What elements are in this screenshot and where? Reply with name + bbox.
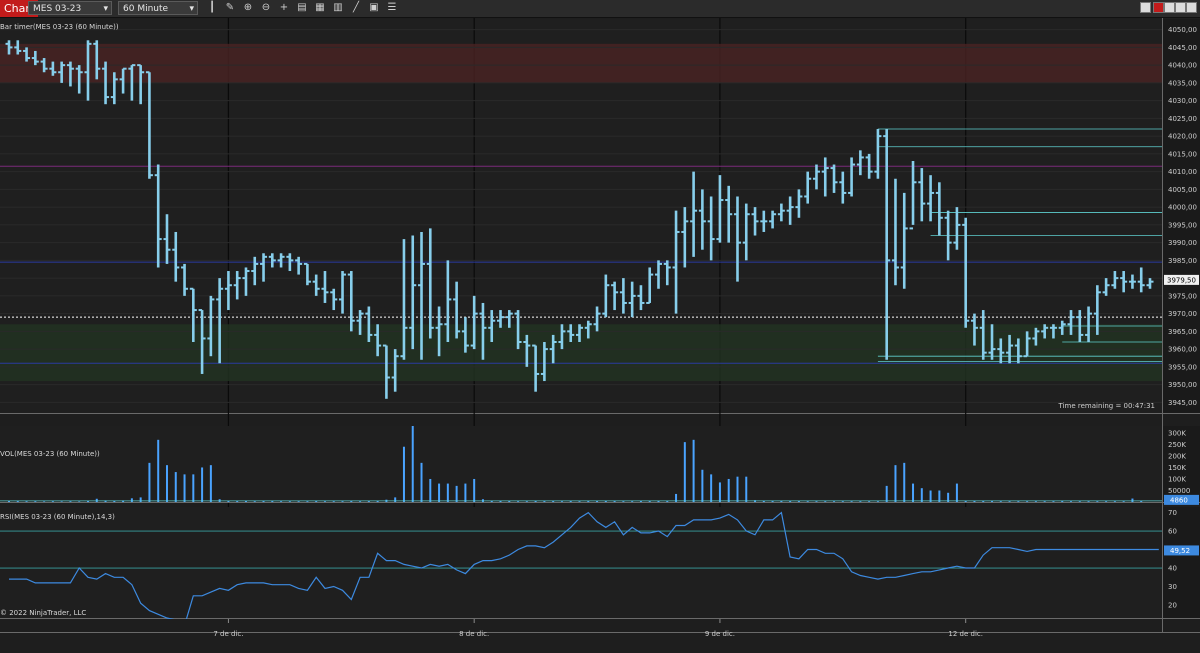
interval-value: 60 Minute — [123, 4, 169, 14]
volume-tick-label: 150K — [1168, 464, 1186, 472]
strategies-icon[interactable]: ▦ — [314, 2, 326, 14]
chevron-down-icon: ▾ — [103, 4, 108, 14]
volume-tick-label: 50000 — [1168, 487, 1190, 495]
price-tick-label: 4050,00 — [1168, 26, 1197, 34]
chart-canvas[interactable]: 4050,00 4045,00 4040,00 4035,00 4030,00 4025,… — [0, 18, 1200, 653]
rsi-last-label: 49,52 — [1170, 547, 1190, 555]
volume-plot-area — [0, 426, 1162, 502]
x-axis-label: 12 de dic. — [948, 630, 983, 638]
price-tick-label: 4020,00 — [1168, 133, 1197, 141]
price-tick-label: 4010,00 — [1168, 168, 1197, 176]
rsi-tick-label: 70 — [1168, 509, 1177, 517]
bars-icon[interactable]: ┃ — [206, 2, 218, 14]
price-axis-strip — [1163, 19, 1200, 413]
restore-icon[interactable] — [1186, 2, 1197, 13]
data-box-icon[interactable]: ▣ — [368, 2, 380, 14]
x-axis-label: 8 de dic. — [459, 630, 489, 638]
rsi-tick-label: 60 — [1168, 528, 1177, 536]
rsi-tick-label: 30 — [1168, 583, 1177, 591]
price-tick-label: 3945,00 — [1168, 399, 1197, 407]
price-tick-label: 3965,00 — [1168, 328, 1197, 336]
price-tick-label: 3950,00 — [1168, 381, 1197, 389]
close-icon[interactable] — [1153, 2, 1164, 13]
workspace-icon[interactable] — [1140, 2, 1151, 13]
x-axis-label: 9 de dic. — [705, 630, 735, 638]
price-tick-label: 4035,00 — [1168, 79, 1197, 87]
data-box-icon[interactable]: ╱ — [350, 2, 362, 14]
rsi-panel-title: RSI(MES 03-23 (60 Minute),14,3) — [0, 513, 115, 521]
x-axis: 7 de dic. 8 de dic. 9 de dic. 12 de dic. — [0, 619, 1200, 653]
price-tick-label: 4025,00 — [1168, 115, 1197, 123]
x-axis-background — [0, 619, 1200, 653]
interval-selector[interactable]: 60 Minute ▾ — [118, 1, 198, 15]
volume-tick-label: 200K — [1168, 452, 1186, 460]
instrument-value: MES 03-23 — [33, 4, 82, 14]
x-axis-label: 7 de dic. — [213, 630, 243, 638]
minimize-icon[interactable] — [1164, 2, 1175, 13]
price-tick-label: 3955,00 — [1168, 363, 1197, 371]
rsi-tick-label: 20 — [1168, 602, 1177, 610]
maximize-icon[interactable] — [1175, 2, 1186, 13]
price-tick-label: 3990,00 — [1168, 239, 1197, 247]
volume-tick-label: 250K — [1168, 441, 1186, 449]
price-tick-label: 3995,00 — [1168, 221, 1197, 229]
pencil-icon[interactable]: ✎ — [224, 2, 236, 14]
crosshair-icon[interactable]: + — [278, 2, 290, 14]
zoom-out-icon[interactable]: ⊖ — [260, 2, 272, 14]
zoom-in-icon[interactable]: ⊕ — [242, 2, 254, 14]
price-tick-label: 4000,00 — [1168, 204, 1197, 212]
rsi-plot-area — [0, 507, 1162, 618]
volume-last-label: 4860 — [1170, 496, 1188, 504]
properties-icon[interactable]: ▤ — [296, 2, 308, 14]
price-tick-label: 3960,00 — [1168, 346, 1197, 354]
price-tick-label: 3975,00 — [1168, 292, 1197, 300]
price-tick-label: 4030,00 — [1168, 97, 1197, 105]
price-tick-label: 3970,00 — [1168, 310, 1197, 318]
price-tick-label: 4040,00 — [1168, 62, 1197, 70]
instrument-selector[interactable]: MES 03-23 ▾ — [28, 1, 112, 15]
time-remaining: Time remaining = 00:47:31 — [1058, 402, 1155, 410]
last-price-label: 3979,50 — [1167, 276, 1196, 284]
copyright-text: © 2022 NinjaTrader, LLC — [0, 609, 86, 617]
drawing-tools-icon[interactable]: ▥ — [332, 2, 344, 14]
chart-toolbar: Chart MES 03-23 ▾ 60 Minute ▾ ┃ ✎ ⊕ ⊖ + … — [0, 0, 1200, 18]
rsi-tick-label: 40 — [1168, 565, 1177, 573]
volume-tick-label: 100K — [1168, 475, 1186, 483]
price-panel-title: Bar timer(MES 03-23 (60 Minute)) — [0, 23, 119, 31]
price-tick-label: 4045,00 — [1168, 44, 1197, 52]
price-zone — [0, 324, 1162, 382]
price-tick-label: 4005,00 — [1168, 186, 1197, 194]
chevron-down-icon: ▾ — [189, 4, 194, 14]
price-tick-label: 3985,00 — [1168, 257, 1197, 265]
volume-panel: 300K 250K 200K 150K 100K 500004860 — [0, 426, 1200, 505]
volume-tick-label: 300K — [1168, 429, 1186, 437]
volume-panel-title: VOL(MES 03-23 (60 Minute)) — [0, 450, 100, 458]
price-tick-label: 4015,00 — [1168, 150, 1197, 158]
rsi-panel: 70605040302049,52 — [0, 507, 1200, 627]
price-zone — [0, 43, 1162, 83]
list-icon[interactable]: ☰ — [386, 2, 398, 14]
